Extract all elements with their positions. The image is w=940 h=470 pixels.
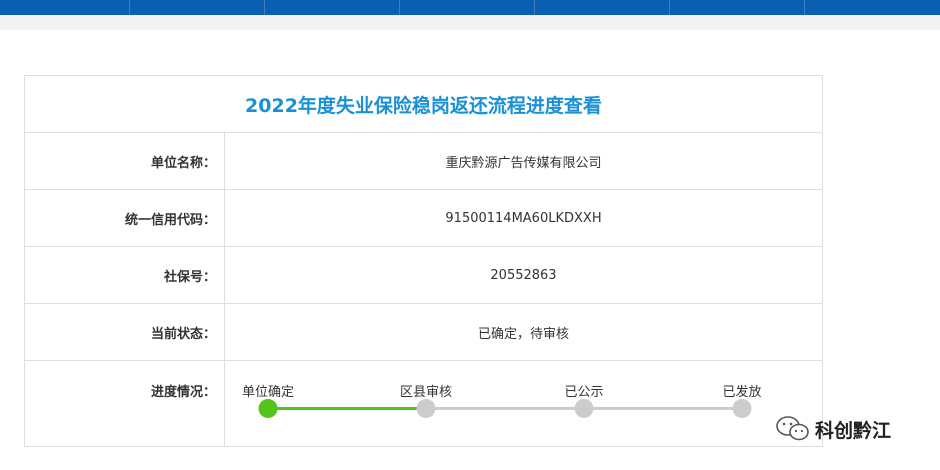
nav-item-5[interactable] [535,0,670,15]
step-dot-4 [732,399,752,418]
watermark-text: 科创黔江 [815,419,892,442]
nav-item-3[interactable] [265,0,400,15]
step-label-4: 已发放 [722,385,762,400]
company-name-label: 单位名称： [25,133,225,189]
step-label-3: 已公示 [564,385,604,400]
sub-header-bar [0,15,940,30]
nav-item-7[interactable] [805,0,940,15]
detail-row-status: 当前状态： 已确定，待审核 [25,304,822,361]
step-dot-3 [574,399,594,418]
progress-card: 2022年度失业保险稳岗返还流程进度查看 单位名称： 重庆黔源广告传媒有限公司 … [24,75,823,447]
credit-code-label: 统一信用代码： [25,190,225,246]
nav-item-2[interactable] [130,0,265,15]
nav-item-4[interactable] [400,0,535,15]
social-security-value: 20552863 [490,267,557,283]
wechat-icon [776,416,809,441]
detail-row-social-security: 社保号： 20552863 [25,247,822,304]
company-name-value: 重庆黔源广告传媒有限公司 [445,155,602,171]
step-label-2: 区县审核 [399,385,453,400]
detail-row-credit-code: 统一信用代码： 91500114MA60LKDXXH [25,190,822,247]
top-nav-bar [0,0,940,15]
nav-item-6[interactable] [670,0,806,15]
watermark: 科创黔江 [775,415,891,443]
progress-label: 进度情况： [25,361,225,447]
social-security-label: 社保号： [25,247,225,303]
status-value: 已确定，待审核 [477,326,569,342]
step-dot-1 [258,399,278,418]
progress-track-completed [268,407,426,410]
status-label: 当前状态： [25,304,225,360]
detail-row-progress: 进度情况： 单位确定 区县审核 已公示 已发放 [25,361,822,447]
step-label-1: 单位确定 [241,385,295,400]
nav-item-1[interactable] [0,0,130,15]
detail-row-company: 单位名称： 重庆黔源广告传媒有限公司 [25,133,822,190]
progress-tracker: 单位确定 区县审核 已公示 已发放 [225,361,822,447]
page-title: 2022年度失业保险稳岗返还流程进度查看 [25,76,822,133]
step-dot-2 [416,399,436,418]
credit-code-value: 91500114MA60LKDXXH [445,210,602,226]
